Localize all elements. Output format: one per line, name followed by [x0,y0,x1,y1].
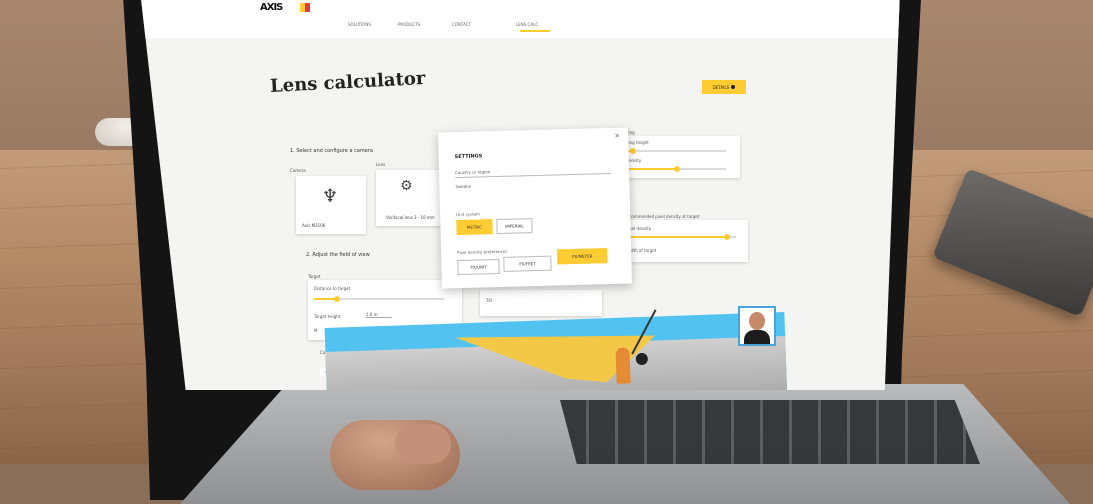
density-preference-label: Pixel density preferences [457,248,508,256]
thumbnail-body [744,330,770,344]
laptop-keyboard [560,400,980,464]
target-height-input[interactable]: 1.6 m [366,312,392,318]
distance-slider[interactable] [314,296,444,302]
px-feet-button[interactable]: PX/FEET [503,255,552,272]
nav-item-contact[interactable]: CONTACT [452,22,471,27]
close-icon[interactable]: × [614,132,620,140]
tilt-card: Tilt [480,290,602,316]
target-density-card: Pixel density Width of target [620,220,748,262]
target-height-label: Target height [314,314,341,319]
px-meter-button[interactable]: PX/METER [557,248,608,265]
user-finger [395,424,451,464]
nav-item-products[interactable]: PRODUCTS [398,22,420,27]
distance-slider-handle[interactable] [334,296,341,302]
section-2-title: 2. Adjust the field of view [306,252,370,258]
distance-label: Distance to target [314,286,351,291]
lens-label: Lens [376,162,386,167]
lens-name: Varifocal lens 3 - 10 mm [386,215,435,220]
section-1-title: 1. Select and configure a camera [290,148,373,154]
lens-card[interactable]: ⚙ Varifocal lens 3 - 10 mm [376,170,442,226]
help-icon [731,85,736,89]
settings-title: SETTINGS [454,153,483,161]
nav-item-solutions[interactable]: SOLUTIONS [348,22,371,27]
target-person-icon [615,347,631,384]
unit-system-label: Unit system [456,211,481,218]
nav-item-lens-calc[interactable]: LENS CALC [516,22,538,27]
mounting-height-slider-handle[interactable] [629,148,636,154]
person-thumbnail-icon [738,306,776,346]
mounting-card: Mounting height Pixel density [610,136,740,178]
help-button[interactable]: DETAILS [702,80,746,94]
metric-button[interactable]: METRIC [456,219,493,236]
region-value: Sweden [455,183,472,190]
help-button-label: DETAILS [712,84,730,90]
pixel-density-slider[interactable] [616,166,726,172]
pixel-density-target-slider[interactable] [626,234,736,240]
logo-mark-icon [300,3,310,12]
camera-icon: ♆ [322,186,339,207]
camera-label: Camera [290,168,306,173]
pixel-density-slider-handle[interactable] [673,166,680,172]
camera-card[interactable]: ♆ Axis M3106 [296,176,366,234]
lens-icon: ⚙ [400,178,413,194]
camera-name: Axis M3106 [302,223,326,228]
recommendation-label: Recommended pixel density at target [624,214,700,219]
laptop-screen: AXIS SOLUTIONS PRODUCTS CONTACT LENS CAL… [140,0,900,390]
pixel-density-target-slider-handle[interactable] [724,234,731,240]
region-select[interactable]: Country or region [454,165,612,179]
pixel-density-target-slider-fill [626,236,728,238]
page-title: Lens calculator [269,67,426,98]
mounting-height-slider[interactable] [616,148,726,154]
imperial-button[interactable]: IMPERIAL [496,218,533,235]
unit-label: M [314,328,318,333]
tilt-label: Tilt [486,298,493,303]
top-navigation: AXIS SOLUTIONS PRODUCTS CONTACT LENS CAL… [140,0,900,38]
px-unit-button[interactable]: PX/UNIT [457,258,500,276]
thumbnail-head [749,312,765,330]
nav-active-indicator [520,30,550,32]
settings-modal: × SETTINGS Country or region Sweden Unit… [437,127,633,289]
target-label: Target [308,274,321,279]
